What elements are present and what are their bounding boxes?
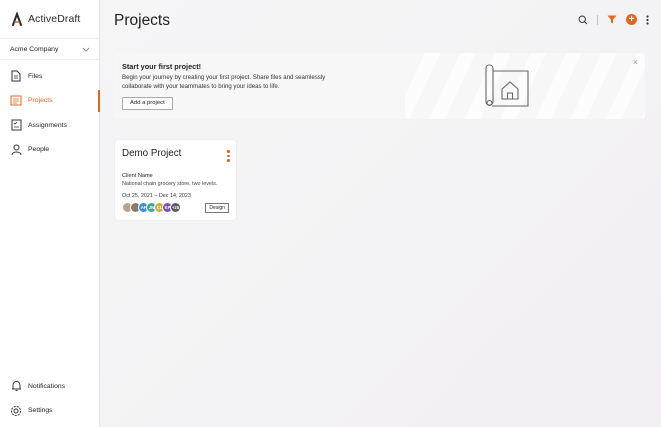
sidebar-item-people[interactable]: People <box>0 138 100 163</box>
toolbar: + <box>578 14 649 25</box>
company-selector[interactable]: Acme Company <box>0 38 99 60</box>
project-title: Demo Project <box>122 148 182 159</box>
activedraft-logo-icon <box>12 11 22 26</box>
sidebar-item-label: Settings <box>28 407 53 415</box>
project-description: National chain grocery store, two levels… <box>122 181 218 187</box>
bell-icon <box>10 380 22 392</box>
logo-text: ActiveDraft <box>28 13 81 25</box>
sidebar-item-projects[interactable]: Projects <box>0 89 100 114</box>
sidebar-bottom-nav: Notifications Settings <box>0 374 100 423</box>
more-vertical-icon[interactable] <box>227 150 230 162</box>
blueprint-illustration-icon <box>485 64 529 107</box>
projects-icon <box>10 95 22 107</box>
main-content: Projects + Start your first project! Beg… <box>100 0 661 427</box>
company-name: Acme Company <box>10 45 59 53</box>
more-vertical-icon[interactable] <box>646 14 649 25</box>
search-icon[interactable] <box>578 14 588 25</box>
sidebar-item-assignments[interactable]: Assignments <box>0 113 100 138</box>
project-dates: Oct 25, 2021 – Dec 14, 2023 <box>122 193 191 199</box>
person-icon <box>10 144 22 156</box>
chevron-down-icon <box>82 47 90 52</box>
avatar-overflow-count: +25 <box>170 202 181 213</box>
sidebar: ActiveDraft Acme Company Files Projects … <box>0 0 100 427</box>
file-icon <box>10 70 22 82</box>
sidebar-item-label: Assignments <box>28 121 67 129</box>
toolbar-divider <box>597 14 598 25</box>
sidebar-item-notifications[interactable]: Notifications <box>0 374 100 399</box>
sidebar-item-label: People <box>28 146 50 154</box>
sidebar-item-label: Files <box>28 72 43 80</box>
banner-text: Begin your journey by creating your firs… <box>122 74 326 91</box>
onboarding-banner: Start your first project! Begin your jou… <box>114 53 645 119</box>
client-name: Client Name <box>122 173 153 179</box>
banner-title: Start your first project! <box>122 62 202 71</box>
avatar-group[interactable]: AF JN CL KP +25 <box>122 202 181 213</box>
project-tag: Design <box>205 203 229 213</box>
sidebar-item-settings[interactable]: Settings <box>0 399 100 424</box>
gear-icon <box>10 405 22 417</box>
logo[interactable]: ActiveDraft <box>11 11 80 27</box>
project-card[interactable]: Demo Project Client Name National chain … <box>115 140 236 220</box>
close-icon[interactable]: × <box>633 57 638 67</box>
page-title: Projects <box>114 12 170 29</box>
add-icon[interactable]: + <box>626 14 637 25</box>
sidebar-item-label: Notifications <box>28 382 66 390</box>
sidebar-item-label: Projects <box>28 97 53 105</box>
sidebar-item-files[interactable]: Files <box>0 64 100 89</box>
sidebar-nav: Files Projects Assignments People <box>0 64 100 162</box>
add-project-button[interactable]: Add a project <box>122 97 173 110</box>
assignments-icon <box>10 119 22 131</box>
filter-icon[interactable] <box>607 15 617 24</box>
